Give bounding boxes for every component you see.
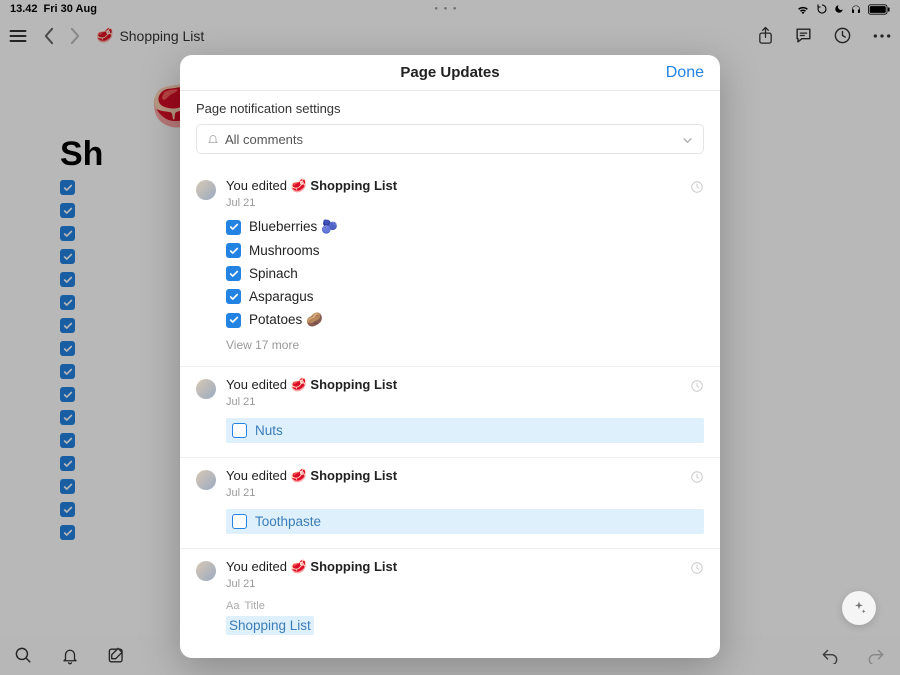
item-label: Blueberries 🫐 <box>249 219 338 235</box>
chevron-down-icon <box>682 132 693 147</box>
list-item: Mushrooms <box>226 243 704 258</box>
history-icon[interactable] <box>690 470 704 484</box>
timestamp: Jul 21 <box>226 197 704 209</box>
notification-settings: Page notification settings All comments <box>180 91 720 154</box>
done-button[interactable]: Done <box>666 64 704 82</box>
added-item: Toothpaste <box>226 509 704 534</box>
updates-list[interactable]: You edited 🥩 Shopping List Jul 21 Bluebe… <box>180 168 720 658</box>
history-icon[interactable] <box>690 561 704 575</box>
item-label: Nuts <box>255 423 283 438</box>
history-icon[interactable] <box>690 180 704 194</box>
update-entry: You edited 🥩 Shopping List Jul 21 Bluebe… <box>180 168 720 367</box>
settings-label: Page notification settings <box>196 101 704 116</box>
edit-summary: You edited 🥩 Shopping List <box>226 178 704 194</box>
checkbox-icon <box>226 313 241 328</box>
list-item: Spinach <box>226 266 704 281</box>
modal-title: Page Updates <box>400 64 499 81</box>
checkbox-icon <box>226 243 241 258</box>
item-label: Mushrooms <box>249 243 320 258</box>
list-item: Blueberries 🫐 <box>226 219 704 235</box>
avatar <box>196 180 216 200</box>
item-label: Toothpaste <box>255 514 321 529</box>
item-label: Asparagus <box>249 289 314 304</box>
update-entry: You edited 🥩 Shopping List Jul 21 AaTitl… <box>180 549 720 649</box>
notification-dropdown[interactable]: All comments <box>196 124 704 154</box>
timestamp: Jul 21 <box>226 396 704 408</box>
timestamp: Jul 21 <box>226 487 704 499</box>
title-tag: AaTitle <box>226 600 704 612</box>
checkbox-icon <box>226 220 241 235</box>
avatar <box>196 379 216 399</box>
page-updates-modal: Page Updates Done Page notification sett… <box>180 55 720 658</box>
ai-assistant-button[interactable] <box>842 591 876 625</box>
history-icon[interactable] <box>690 379 704 393</box>
checkbox-icon <box>232 423 247 438</box>
avatar <box>196 561 216 581</box>
item-label: Spinach <box>249 266 298 281</box>
list-item: Asparagus <box>226 289 704 304</box>
update-entry: You edited 🥩 Shopping List Jul 21 Nuts <box>180 367 720 458</box>
list-item: Potatoes 🥔 <box>226 312 704 328</box>
update-entry: You edited 🥩 Shopping List Jul 21 Toothp… <box>180 458 720 549</box>
edit-summary: You edited 🥩 Shopping List <box>226 559 704 575</box>
edit-summary: You edited 🥩 Shopping List <box>226 377 704 393</box>
checkbox-icon <box>232 514 247 529</box>
item-label: Potatoes 🥔 <box>249 312 323 328</box>
edit-summary: You edited 🥩 Shopping List <box>226 468 704 484</box>
dropdown-value: All comments <box>225 132 303 147</box>
timestamp: Jul 21 <box>226 578 704 590</box>
checkbox-icon <box>226 289 241 304</box>
added-item: Nuts <box>226 418 704 443</box>
view-more-link[interactable]: View 17 more <box>226 338 704 352</box>
bell-icon <box>207 133 219 145</box>
modal-header: Page Updates Done <box>180 55 720 91</box>
title-link[interactable]: Shopping List <box>226 616 314 635</box>
checkbox-icon <box>226 266 241 281</box>
avatar <box>196 470 216 490</box>
